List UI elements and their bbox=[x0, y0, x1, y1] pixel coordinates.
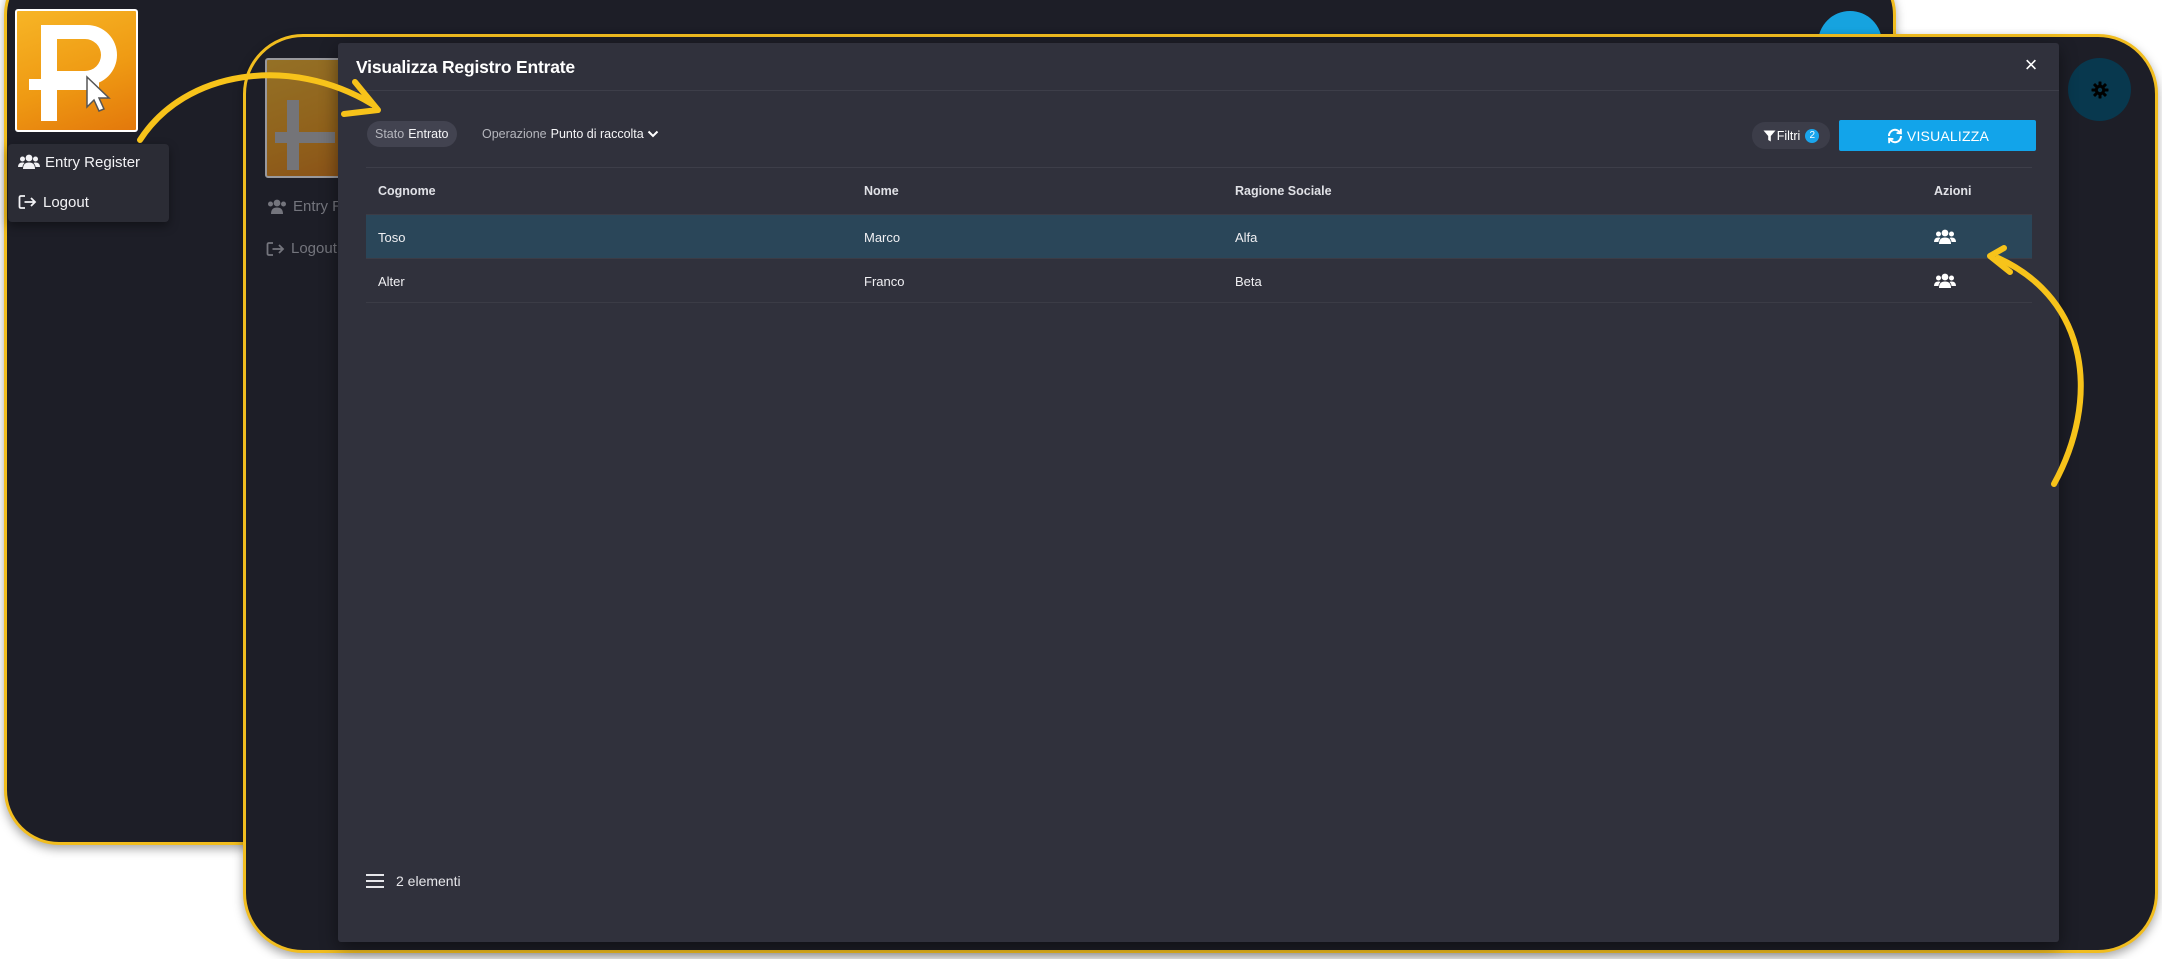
settings-button[interactable] bbox=[2068, 58, 2131, 121]
filters-count-badge: 2 bbox=[1805, 128, 1820, 143]
column-header-nome[interactable]: Nome bbox=[864, 168, 899, 214]
logout-icon bbox=[18, 195, 37, 209]
menu-item-label: Entry Register bbox=[45, 153, 141, 171]
cell-cognome: Alter bbox=[378, 273, 405, 289]
filter-chip-value: Punto di raccolta bbox=[550, 127, 644, 141]
cell-ragione-sociale: Alfa bbox=[1235, 229, 1258, 245]
cell-cognome: Toso bbox=[378, 229, 406, 245]
column-header-azioni: Azioni bbox=[1934, 184, 1972, 198]
app-logo bbox=[15, 9, 138, 132]
menu-icon[interactable] bbox=[366, 873, 384, 889]
filter-chip-label: Stato bbox=[375, 127, 405, 141]
entries-table: Cognome Nome Ragione Sociale Azioni Toso… bbox=[366, 167, 2032, 898]
close-button[interactable]: × bbox=[2019, 53, 2043, 77]
chevron-down-icon bbox=[647, 130, 658, 138]
registro-entrate-modal: Visualizza Registro Entrate × Stato Entr… bbox=[338, 43, 2059, 942]
divider bbox=[366, 302, 2032, 303]
ghost-menu-item-entry-register: Entry R bbox=[266, 198, 343, 215]
divider bbox=[338, 90, 2059, 91]
users-icon bbox=[1934, 229, 1956, 244]
filter-chip-value: Entrato bbox=[408, 127, 449, 141]
ghost-menu-item-logout: Logout bbox=[266, 240, 337, 257]
table-footer: 2 elementi bbox=[366, 873, 461, 889]
ghost-menu-label: Entry R bbox=[293, 198, 344, 215]
row-action-users-button[interactable] bbox=[1934, 215, 1956, 259]
filter-chip-stato[interactable]: Stato Entrato bbox=[367, 121, 457, 147]
menu-item-entry-register[interactable]: Entry Register bbox=[18, 147, 140, 177]
column-header-cognome[interactable]: Cognome bbox=[378, 168, 436, 214]
filters-button-label: Filtri bbox=[1776, 128, 1801, 143]
cell-ragione-sociale: Beta bbox=[1235, 273, 1262, 289]
users-icon bbox=[18, 154, 40, 169]
logout-icon bbox=[266, 241, 285, 256]
cell-nome: Franco bbox=[864, 273, 905, 289]
cell-nome: Marco bbox=[864, 229, 901, 245]
gear-icon bbox=[2091, 81, 2108, 98]
menu-item-logout[interactable]: Logout bbox=[18, 187, 89, 217]
user-dropdown-menu: Entry Register Logout bbox=[8, 144, 169, 222]
users-icon bbox=[268, 199, 286, 214]
table-header: Cognome Nome Ragione Sociale Azioni bbox=[366, 168, 2032, 214]
column-header-ragione-sociale[interactable]: Ragione Sociale bbox=[1235, 168, 1332, 214]
menu-item-label: Logout bbox=[43, 193, 89, 211]
filter-icon bbox=[1763, 130, 1776, 141]
visualizza-button[interactable]: VISUALIZZA bbox=[1839, 120, 2036, 151]
modal-title: Visualizza Registro Entrate bbox=[356, 57, 575, 77]
filters-button[interactable]: Filtri 2 bbox=[1752, 122, 1830, 149]
row-action-users-button[interactable] bbox=[1934, 259, 1956, 303]
items-count: 2 elementi bbox=[396, 873, 461, 889]
filter-chip-label: Operazione bbox=[482, 127, 547, 141]
visualizza-button-label: VISUALIZZA bbox=[1906, 127, 1990, 144]
close-icon: × bbox=[2024, 52, 2038, 77]
users-icon bbox=[1934, 273, 1956, 288]
refresh-icon bbox=[1887, 128, 1902, 143]
table-row[interactable]: Toso Marco Alfa bbox=[366, 214, 2032, 259]
table-row[interactable]: Alter Franco Beta bbox=[366, 258, 2032, 303]
filter-chip-operazione[interactable]: Operazione Punto di raccolta bbox=[474, 121, 667, 147]
ghost-menu-label: Logout bbox=[291, 240, 337, 257]
